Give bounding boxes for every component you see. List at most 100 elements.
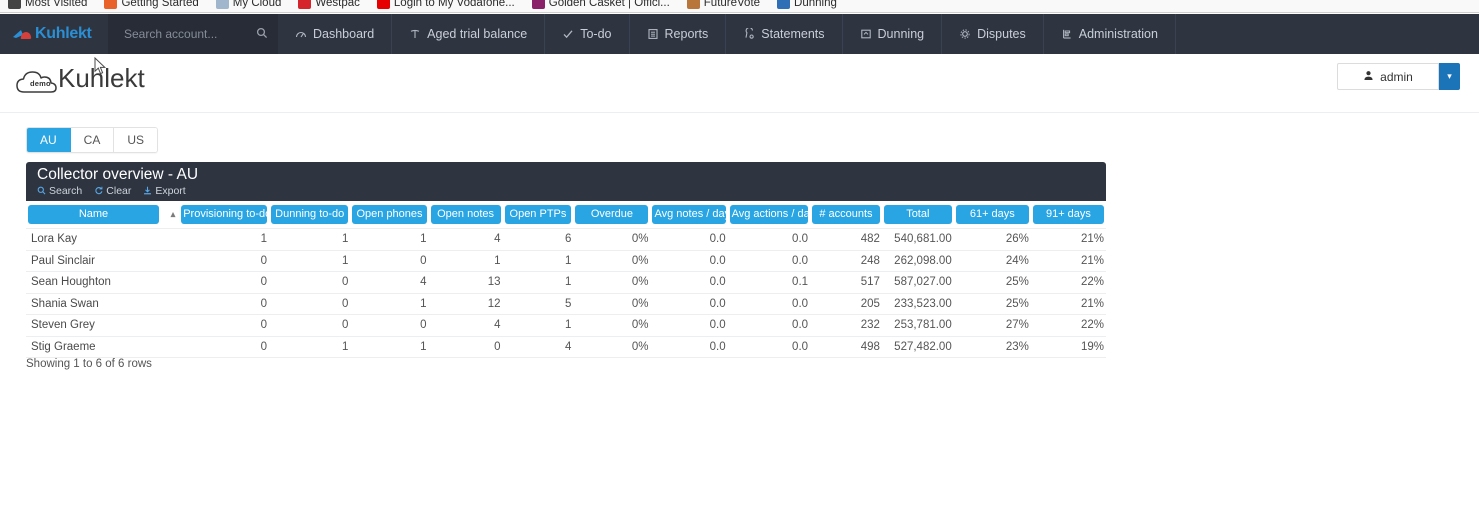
aged-trial-balance-icon (409, 28, 421, 40)
cell-value: 0.1 (727, 271, 811, 294)
cell-value: 0 (269, 271, 351, 294)
panel-actions: Search Clear Export (37, 185, 1106, 197)
bookmark-item[interactable]: FutureVote (686, 0, 761, 9)
nav-label: Administration (1078, 27, 1158, 41)
column-header-avg-actions-day[interactable]: Avg actions / day (728, 205, 810, 229)
cell-value: 232 (810, 314, 882, 337)
cell-value: 1 (502, 271, 574, 294)
column-header-open-notes[interactable]: Open notes (429, 205, 503, 229)
panel-action-label: Clear (106, 185, 132, 197)
nav-item-statements[interactable]: Statements (726, 14, 843, 54)
table-row[interactable]: Steven Grey 0 0 0 4 1 0% 0.0 0.0 232 253,781.00 27%… (26, 314, 1106, 337)
nav-item-disputes[interactable]: Disputes (942, 14, 1044, 54)
bookmark-item[interactable]: Dunning (777, 0, 837, 9)
column-header-61-days[interactable]: 61+ days (954, 205, 1031, 229)
column-header-overdue[interactable]: Overdue (573, 205, 650, 229)
bookmark-label: Westpac (315, 0, 360, 9)
user-menu[interactable]: admin ▾ (1337, 63, 1460, 90)
cell-value: 1 (502, 314, 574, 337)
table-row[interactable]: Shania Swan 0 0 1 12 5 0% 0.0 0.0 205 233,523.00 25… (26, 293, 1106, 315)
column-header-open-ptps[interactable]: Open PTPs (503, 205, 574, 229)
column-header-accounts[interactable]: # accounts (810, 205, 882, 229)
nav-item-administration[interactable]: Administration (1044, 14, 1176, 54)
cell-value: 0% (573, 250, 651, 272)
cell-value: 233,523.00 (881, 293, 954, 315)
bookmark-item[interactable]: My Cloud (215, 0, 281, 9)
brand-logo[interactable]: Kuhlekt (0, 14, 108, 54)
cell-value: 1 (179, 228, 270, 251)
dashboard-icon (295, 28, 307, 40)
nav-item-reports[interactable]: Reports (630, 14, 727, 54)
column-header-label: Open notes (430, 205, 501, 224)
panel-action-label: Search (49, 185, 83, 197)
panel-action-clear[interactable]: Clear (94, 185, 131, 197)
table-row[interactable]: Paul Sinclair 0 1 0 1 1 0% 0.0 0.0 248 262,098.00 2… (26, 250, 1106, 272)
column-header-open-phones[interactable]: Open phones (350, 205, 428, 229)
bookmark-label: FutureVote (703, 0, 761, 9)
bookmark-label: Most Visited (25, 0, 88, 9)
cell-value: 21% (1030, 293, 1106, 315)
bookmark-item[interactable]: Golden Casket | Offici... (531, 0, 670, 9)
nav-item-to-do[interactable]: To-do (545, 14, 630, 54)
golden-casket-icon (531, 0, 545, 9)
export-icon (143, 186, 152, 197)
search-input[interactable] (122, 26, 247, 42)
column-header-label: Provisioning to-do (181, 205, 268, 224)
cell-value: 5 (502, 293, 574, 315)
westpac-icon (298, 0, 312, 9)
user-menu-caret-icon[interactable]: ▾ (1439, 63, 1460, 90)
cell-value: 0 (179, 336, 270, 358)
column-header-label: Dunning to-do (271, 205, 349, 224)
panel-action-search[interactable]: Search (37, 185, 82, 197)
cell-value: 13 (428, 271, 503, 294)
cell-value: 0% (573, 271, 651, 294)
bookmark-label: Login to My Vodafone... (393, 0, 515, 9)
column-header-dunning-to-do[interactable]: Dunning to-do (269, 205, 350, 229)
column-header-name[interactable]: Name ▴ (26, 205, 179, 229)
dunning-bookmark-icon (777, 0, 791, 9)
column-header-label: Avg actions / day (729, 205, 809, 224)
firefox-icon (104, 0, 118, 9)
cell-value: 0.0 (727, 293, 811, 315)
column-header-91-days[interactable]: 91+ days (1031, 205, 1106, 229)
nav-label: To-do (580, 27, 612, 41)
futurevote-icon (686, 0, 700, 9)
cell-value: 0.0 (650, 314, 728, 337)
search-icon (37, 186, 46, 197)
nav-item-dunning[interactable]: Dunning (843, 14, 943, 54)
column-header-total[interactable]: Total (882, 205, 954, 229)
cell-collector-name: Lora Kay (26, 228, 180, 251)
bookmark-item[interactable]: Login to My Vodafone... (376, 0, 515, 9)
cell-value: 0.0 (727, 314, 811, 337)
country-tab-ca[interactable]: CA (70, 128, 115, 152)
bookmark-item[interactable]: Westpac (298, 0, 360, 9)
page-header: demo Kuhlekt admin ▾ (0, 54, 1479, 113)
admin-button[interactable]: admin (1337, 63, 1439, 90)
country-tab-au[interactable]: AU (27, 128, 71, 152)
column-header-provisioning-to-do[interactable]: Provisioning to-do (179, 205, 269, 229)
table-row[interactable]: Sean Houghton 0 0 4 13 1 0% 0.0 0.1 517 587,027.00… (26, 271, 1106, 294)
search-account-box[interactable] (108, 14, 278, 54)
country-tab-group: AU CA US (26, 127, 159, 153)
search-icon[interactable] (256, 27, 268, 42)
nav-label: Dashboard (313, 27, 375, 41)
cell-value: 0.0 (650, 228, 728, 251)
sort-ascending-icon[interactable]: ▴ (171, 209, 176, 220)
nav-item-aged-trial-balance[interactable]: Aged trial balance (392, 14, 546, 54)
nav-item-dashboard[interactable]: Dashboard (278, 14, 393, 54)
cell-value: 1 (269, 228, 351, 251)
bookmark-item[interactable]: Getting Started (104, 0, 199, 9)
gear-icon (959, 28, 971, 40)
cell-value: 0 (269, 293, 351, 315)
column-header-label: Avg notes / day (652, 205, 726, 224)
table-row[interactable]: Lora Kay 1 1 1 4 6 0% 0.0 0.0 482 540,681.00 26% 21% (26, 228, 1106, 251)
table-row[interactable]: Stig Graeme 0 1 1 0 4 0% 0.0 0.0 498 527,482.00 23%… (26, 336, 1106, 358)
column-header-label: 61+ days (955, 205, 1029, 224)
panel-action-export[interactable]: Export (143, 185, 186, 197)
cell-value: 1 (269, 250, 351, 272)
country-tab-us[interactable]: US (114, 128, 158, 152)
bookmark-item[interactable]: Most Visited (8, 0, 87, 9)
statements-icon (743, 28, 755, 40)
column-header-avg-notes-day[interactable]: Avg notes / day (650, 205, 727, 229)
bookmark-label: Dunning (794, 0, 837, 9)
